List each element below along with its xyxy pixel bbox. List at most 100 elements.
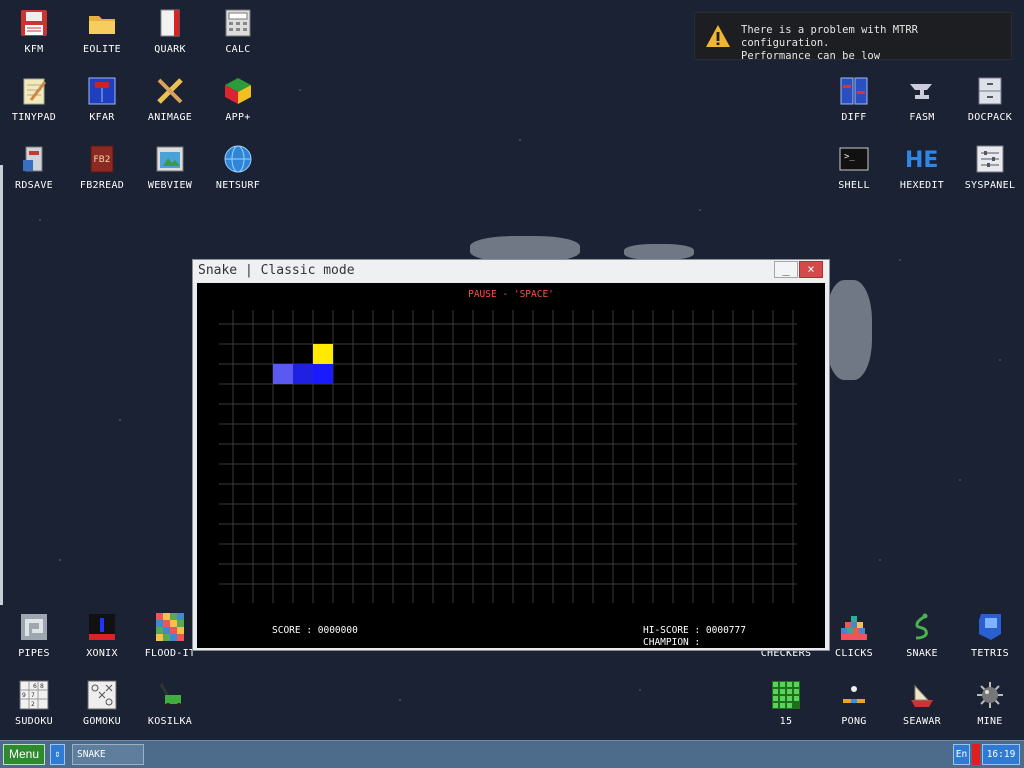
desktop-icon-label: FASM [909,112,935,123]
lawnmower-icon [153,678,187,712]
desktop-icon-calc[interactable]: CALC [204,0,272,68]
book-icon [153,6,187,40]
score-label: SCORE : 0000000 [272,625,358,636]
desktop-icon-clicks[interactable]: CLICKS [820,604,888,672]
desktop-icon-label: HEXEDIT [899,180,945,191]
svg-text:HE: HE [905,148,938,173]
desktop-icon-quark[interactable]: QUARK [136,0,204,68]
desktop-icon-label: PIPES [18,648,50,659]
desktop-icon-rdsave[interactable]: RDSAVE [0,136,68,204]
desktop-icon-tinypad[interactable]: TINYPAD [0,68,68,136]
fb2-book-icon: FB2 [85,142,119,176]
desktop-icon-label: APP+ [225,112,251,123]
desktop-icon-syspanel[interactable]: SYSPANEL [956,136,1024,204]
desktop-wallpaper-shape [624,244,694,260]
desktop-icon-sudoku[interactable]: 6 8 9 7 2 SUDOKU [0,672,68,740]
desktop-icon-label: QUARK [154,44,186,55]
desktop-icon-diff[interactable]: DIFF [820,68,888,136]
clock[interactable]: 16:19 [982,744,1020,765]
cabinet-icon [973,74,1007,108]
desktop-icon-label: GOMOKU [83,716,121,727]
taskbar-item-snake[interactable]: SNAKE [72,744,144,765]
game-field [219,310,797,603]
desktop-icon-shell[interactable]: >_ SHELL [820,136,888,204]
desktop-icon-label: ANIMAGE [147,112,193,123]
desktop-icon-fasm[interactable]: FASM [888,68,956,136]
desktop-icon-label: TINYPAD [11,112,57,123]
window-switch-button[interactable]: ⇕ [50,744,65,765]
desktop-icon-label: SEAWAR [903,716,941,727]
desktop-icon-kosilka[interactable]: KOSILKA [136,672,204,740]
desktop-icon-kfar[interactable]: KFAR [68,68,136,136]
notification-line-2: Performance can be low [741,50,881,62]
mine-icon [973,678,1007,712]
blocks-icon [837,610,871,644]
snake-icon [905,610,939,644]
svg-text:>_: >_ [844,152,855,162]
desktop-icon-xonix[interactable]: XONIX [68,604,136,672]
rubik-cube-icon [221,74,255,108]
desktop-icon-label: NETSURF [215,180,261,191]
language-indicator[interactable]: En [953,744,970,765]
desktop-icon-label: SUDOKU [15,716,53,727]
desktop-icon-pipes[interactable]: PIPES [0,604,68,672]
desktop-icon-label: DIFF [841,112,867,123]
sudoku-icon: 68 97 2 [17,678,51,712]
map-window-icon [153,142,187,176]
desktop-icon-netsurf[interactable]: NETSURF [204,136,272,204]
desktop-icon-label: TETRIS [971,648,1009,659]
close-button[interactable]: × [799,261,823,278]
menu-button[interactable]: Menu [3,744,45,765]
desktop-icon-snake[interactable]: SNAKE [888,604,956,672]
desktop-icon-label: EOLITE [83,44,121,55]
globe-icon [221,142,255,176]
status-indicator [972,744,980,765]
desktop-icon-pong[interactable]: PONG [820,672,888,740]
desktop-icon-kfm[interactable]: KFM [0,0,68,68]
desktop-icon-eolite[interactable]: EOLITE [68,0,136,68]
svg-text:8: 8 [40,683,44,690]
desktop-icon-mine[interactable]: MINE [956,672,1024,740]
desktop-icon-hexedit[interactable]: HE HEXEDIT [888,136,956,204]
desktop-icon-label: KFAR [89,112,115,123]
svg-text:FB2: FB2 [93,155,110,165]
minimize-button[interactable]: _ [774,261,798,278]
warning-icon [706,25,730,47]
floppy-icon [17,6,51,40]
rdsave-icon [17,142,51,176]
desktop-icon-label: SNAKE [906,648,938,659]
desktop-icon-fb2read[interactable]: FB2 FB2READ [68,136,136,204]
taskbar: Menu ⇕ SNAKE En 16:19 [0,740,1024,768]
desktop-icon-fifteen[interactable]: 15 [752,672,820,740]
mtrr-notification[interactable]: There is a problem with MTRR configurati… [694,12,1012,62]
svg-text:7: 7 [31,692,35,699]
desktop-icon-webview[interactable]: WEBVIEW [136,136,204,204]
desktop-icon-label: 15 [779,716,793,727]
notepad-icon [17,74,51,108]
desktop-icon-label: KFM [24,44,44,55]
desktop-icon-docpack[interactable]: DOCPACK [956,68,1024,136]
desktop-wallpaper-shape [826,280,872,380]
window-titlebar[interactable]: Snake | Classic mode _ × [193,260,829,282]
desktop-icon-label: SYSPANEL [964,180,1016,191]
snake-window: Snake | Classic mode _ × PAUSE - 'SPACE'… [192,259,830,651]
anvil-icon [905,74,939,108]
left-panel-edge [0,165,3,605]
pause-hint: PAUSE - 'SPACE' [468,289,554,300]
desktop-icon-animage[interactable]: ANIMAGE [136,68,204,136]
kfar-icon [85,74,119,108]
fifteen-grid-icon [769,678,803,712]
desktop-icon-label: FB2READ [79,180,125,191]
game-canvas[interactable]: PAUSE - 'SPACE' SCORE : 0000000 HI-SCORE… [197,283,825,648]
desktop-icon-label: XONIX [86,648,118,659]
terminal-icon: >_ [837,142,871,176]
pong-icon [837,678,871,712]
food-block [313,344,333,364]
desktop-icon-label: PONG [841,716,867,727]
pipes-icon [17,610,51,644]
desktop-icon-gomoku[interactable]: GOMOKU [68,672,136,740]
desktop-icon-seawar[interactable]: SEAWAR [888,672,956,740]
desktop-icon-app[interactable]: APP+ [204,68,272,136]
notification-line-1: There is a problem with MTRR configurati… [741,24,919,49]
desktop-icon-tetris[interactable]: TETRIS [956,604,1024,672]
